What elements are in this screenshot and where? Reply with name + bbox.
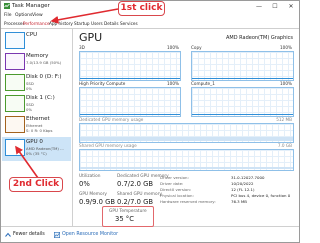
second-click-label: 2nd Click	[12, 179, 60, 189]
second-click-callout: 2nd Click	[9, 177, 63, 192]
first-click-arrow	[15, 8, 119, 179]
